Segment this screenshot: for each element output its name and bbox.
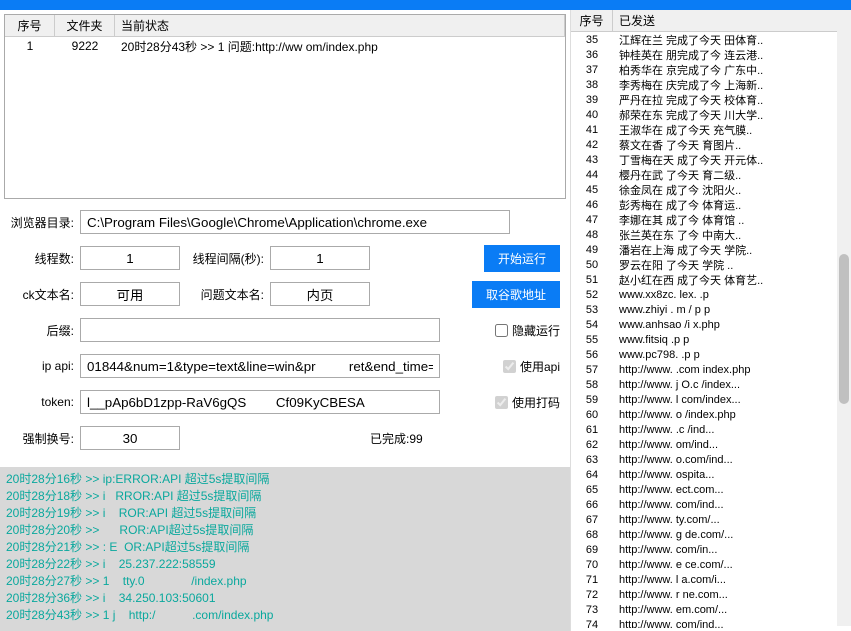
list-item[interactable]: 60http://www. o /index.php [571,407,851,422]
usedama-checkbox[interactable]: 使用打码 [495,394,560,411]
console-line: 20时28分36秒 >> i 34.250.103:50601 [6,590,564,607]
console-line: 20时28分22秒 >> i 25.237.222:58559 [6,556,564,573]
q-input[interactable] [270,282,370,306]
list-item[interactable]: 64http://www. ospita... [571,467,851,482]
browser-label: 浏览器目录: [10,214,80,231]
hide-checkbox[interactable]: 隐藏运行 [495,322,560,339]
done-label: 已完成:99 [370,430,423,447]
rcol-seq-header: 序号 [571,10,613,31]
col-folder-header: 文件夹 [55,15,115,36]
col-status-header: 当前状态 [115,15,565,36]
list-item[interactable]: 67http://www. ty.com/... [571,512,851,527]
list-item[interactable]: 70http://www. e ce.com/... [571,557,851,572]
console-line: 20时28分16秒 >> ip:ERROR:API 超过5s提取间隔 [6,471,564,488]
interval-label: 线程间隔(秒): [180,250,270,267]
start-button[interactable]: 开始运行 [484,245,560,272]
token-input[interactable] [80,390,440,414]
list-item[interactable]: 56www.pc798. .p p [571,347,851,362]
list-item[interactable]: 57http://www. .com index.php [571,362,851,377]
list-item[interactable]: 54www.anhsao /i x.php [571,317,851,332]
list-item[interactable]: 65http://www. ect.com... [571,482,851,497]
console-line: 20时28分27秒 >> 1 tty.0 /index.php [6,573,564,590]
list-item[interactable]: 61http://www. .c /ind... [571,422,851,437]
force-input[interactable] [80,426,180,450]
list-item[interactable]: 59http://www. l com/index... [571,392,851,407]
suffix-input[interactable] [80,318,440,342]
force-label: 强制换号: [10,430,80,447]
scrollbar-thumb[interactable] [839,254,849,404]
list-item[interactable]: 74http://www. com/ind... [571,617,851,628]
rcol-sent-header: 已发送 [613,10,851,31]
console-line: 20时28分18秒 >> i RROR:API 超过5s提取间隔 [6,488,564,505]
google-button[interactable]: 取谷歌地址 [472,281,560,308]
console-line: 20时28分43秒 >> 1 j http:/ .com/index.php [6,607,564,624]
list-item[interactable]: 69http://www. com/in... [571,542,851,557]
list-item[interactable]: 52www.xx8zc. lex. .p [571,287,851,302]
table-row[interactable]: 1922220时28分43秒 >> 1 问题:http://ww om/inde… [5,37,565,55]
ck-input[interactable] [80,282,180,306]
console-line: 20时28分19秒 >> i ROR:API 超过5s提取间隔 [6,505,564,522]
ipapi-input[interactable] [80,354,440,378]
list-item[interactable]: 68http://www. g de.com/... [571,527,851,542]
interval-input[interactable] [270,246,370,270]
list-item[interactable]: 62http://www. om/ind... [571,437,851,452]
left-grid-body[interactable]: 1922220时28分43秒 >> 1 问题:http://ww om/inde… [5,37,565,55]
console-line: 20时28分20秒 >> ROR:API超过5s提取间隔 [6,522,564,539]
useapi-checkbox[interactable]: 使用api [503,358,560,375]
token-label: token: [10,395,80,409]
list-item[interactable]: 66http://www. com/ind... [571,497,851,512]
right-grid-body[interactable]: 35江辉在兰 完成了今天 田体育..36钟桂英在 朋完成了今 连云港..37柏秀… [571,32,851,628]
window-scrollbar[interactable] [837,10,851,626]
list-item[interactable]: 72http://www. r ne.com... [571,587,851,602]
list-item[interactable]: 63http://www. o.com/ind... [571,452,851,467]
list-item[interactable]: 55www.fitsiq .p p [571,332,851,347]
list-item[interactable]: 58http://www. j O.c /index... [571,377,851,392]
list-item[interactable]: 51赵小红在西 成了今天 体育艺.. [571,272,851,287]
threads-input[interactable] [80,246,180,270]
list-item[interactable]: 53www.zhiyi . m / p p [571,302,851,317]
left-grid-header: 序号 文件夹 当前状态 [5,15,565,37]
q-label: 问题文本名: [180,286,270,303]
ipapi-label: ip api: [10,359,80,373]
browser-input[interactable] [80,210,510,234]
suffix-label: 后缀: [10,322,80,339]
threads-label: 线程数: [10,250,80,267]
list-item[interactable]: 73http://www. em.com/... [571,602,851,617]
right-grid-header: 序号 已发送 [571,10,851,32]
list-item[interactable]: 71http://www. l a.com/i... [571,572,851,587]
console: 20时28分16秒 >> ip:ERROR:API 超过5s提取间隔20时28分… [0,467,570,631]
col-seq-header: 序号 [5,15,55,36]
ck-label: ck文本名: [10,286,80,303]
console-line: 20时28分21秒 >> : E OR:API超过5s提取间隔 [6,539,564,556]
